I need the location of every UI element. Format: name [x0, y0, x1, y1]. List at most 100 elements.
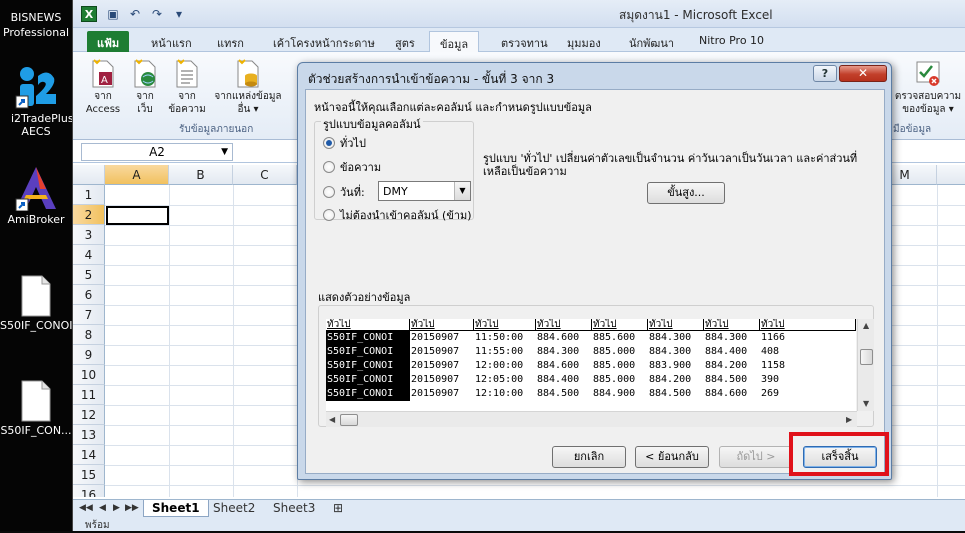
scroll-left-icon[interactable]: ◀ [329, 415, 335, 424]
svg-text:A: A [101, 75, 108, 86]
row-header[interactable]: 7 [73, 305, 105, 325]
scroll-up-icon[interactable]: ▲ [863, 321, 869, 330]
preview-column-header[interactable]: ทั่วไป [410, 319, 474, 331]
sheet-tab-sheet1[interactable]: Sheet1 [143, 500, 209, 517]
preview-column[interactable]: ทั่วไป 1166 408 1158 390 269 [760, 319, 856, 401]
preview-cell: 884.500 [649, 388, 692, 399]
radio-general[interactable]: ทั่วไป [323, 134, 366, 152]
tab-insert[interactable]: แทรก [207, 31, 254, 52]
column-header-n[interactable] [937, 165, 965, 185]
preview-column-header[interactable]: ทั่วไป [592, 319, 648, 331]
preview-column[interactable]: ทั่วไป 11:50:00 11:55:00 12:00:00 12:05:… [474, 319, 536, 401]
tab-nitro[interactable]: Nitro Pro 10 [689, 31, 774, 52]
preview-column-header[interactable]: ทั่วไป [536, 319, 592, 331]
radio-button[interactable] [323, 186, 335, 198]
redo-icon[interactable]: ↷ [149, 6, 165, 22]
name-box[interactable]: A2 ▼ [81, 143, 233, 161]
last-sheet-icon[interactable]: ▶▶ [125, 503, 139, 513]
row-header[interactable]: 11 [73, 385, 105, 405]
insert-sheet-icon[interactable]: ⊞ [325, 500, 351, 517]
column-header-b[interactable]: B [169, 165, 233, 185]
row-header[interactable]: 9 [73, 345, 105, 365]
desktop-icon-file-2[interactable]: S50IF_CON... [0, 380, 72, 437]
desktop-icon-amibroker[interactable]: AmiBroker [0, 165, 72, 226]
column-header-c[interactable]: C [233, 165, 297, 185]
data-validation-button[interactable]: ตรวจสอบความ ของข้อมูล ▾ [893, 58, 963, 116]
row-header[interactable]: 13 [73, 425, 105, 445]
sheet-tab-sheet3[interactable]: Sheet3 [265, 500, 323, 517]
data-preview[interactable]: ทั่วไป S50IF_CONOI S50IF_CONOI S50IF_CON… [326, 319, 856, 411]
row-header[interactable]: 14 [73, 445, 105, 465]
chevron-down-icon[interactable]: ▼ [221, 144, 228, 160]
row-header[interactable]: 4 [73, 245, 105, 265]
from-web-button[interactable]: จาก เว็บ [125, 58, 165, 116]
tab-data[interactable]: ข้อมูล [429, 31, 480, 52]
preview-horizontal-scrollbar[interactable]: ◀ ▶ [326, 411, 857, 427]
tab-developer[interactable]: นักพัฒนา [619, 31, 684, 52]
preview-column-header[interactable]: ทั่วไป [704, 319, 760, 331]
from-access-button[interactable]: A จาก Access [83, 58, 123, 116]
row-header[interactable]: 8 [73, 325, 105, 345]
back-button[interactable]: < ย้อนกลับ [635, 446, 709, 468]
radio-text[interactable]: ข้อความ [323, 158, 381, 176]
first-sheet-icon[interactable]: ◀◀ [79, 503, 93, 513]
next-sheet-icon[interactable]: ▶ [113, 503, 120, 513]
preview-column[interactable]: ทั่วไป 20150907 20150907 20150907 201509… [410, 319, 474, 401]
preview-vertical-scrollbar[interactable]: ▲ ▼ [857, 319, 874, 411]
customize-qat-icon[interactable]: ▾ [171, 6, 187, 22]
undo-icon[interactable]: ↶ [127, 6, 143, 22]
desktop-icon-bisnews[interactable]: BISNEWS Professional [0, 2, 72, 40]
prev-sheet-icon[interactable]: ◀ [99, 503, 106, 513]
preview-column-header[interactable]: ทั่วไป [760, 319, 856, 331]
preview-column[interactable]: ทั่วไป 884.600 884.300 884.600 884.400 8… [536, 319, 592, 401]
from-other-sources-button[interactable]: จากแหล่งข้อมูล อื่น ▾ [211, 58, 285, 116]
radio-skip-column[interactable]: ไม่ต้องนำเข้าคอลัมน์ (ข้าม) [323, 206, 472, 224]
desktop-icon-file-1[interactable]: S50IF_CONOI [0, 275, 73, 332]
select-all-corner[interactable] [73, 165, 105, 185]
row-header[interactable]: 1 [73, 185, 105, 205]
scroll-right-icon[interactable]: ▶ [846, 415, 852, 424]
date-format-select[interactable]: DMY ▼ [378, 181, 471, 201]
column-header-a[interactable]: A [105, 165, 169, 185]
save-icon[interactable]: ▣ [105, 6, 121, 22]
scroll-down-icon[interactable]: ▼ [863, 399, 869, 408]
row-header[interactable]: 2 [73, 205, 105, 225]
advanced-button[interactable]: ขั้นสูง... [647, 182, 725, 204]
tab-review[interactable]: ตรวจทาน [491, 31, 558, 52]
row-header[interactable]: 10 [73, 365, 105, 385]
row-header[interactable]: 12 [73, 405, 105, 425]
row-header[interactable]: 16 [73, 485, 105, 497]
tab-view[interactable]: มุมมอง [557, 31, 611, 52]
radio-button[interactable] [323, 161, 335, 173]
radio-date[interactable]: วันที่: [323, 183, 365, 201]
tab-home[interactable]: หน้าแรก [141, 31, 202, 52]
excel-logo-icon[interactable]: X [81, 6, 97, 22]
scroll-thumb[interactable] [860, 349, 873, 365]
desktop-icon-i2tradeplus[interactable]: i2TradePlus AECS [0, 62, 74, 138]
active-cell-a2[interactable] [106, 206, 169, 225]
next-button[interactable]: ถัดไป > [719, 446, 793, 468]
row-header[interactable]: 15 [73, 465, 105, 485]
preview-column[interactable]: ทั่วไป 885.600 885.000 885.000 885.000 8… [592, 319, 648, 401]
row-header[interactable]: 3 [73, 225, 105, 245]
radio-button[interactable] [323, 209, 335, 221]
row-header[interactable]: 6 [73, 285, 105, 305]
help-button[interactable]: ? [813, 65, 837, 82]
cancel-button[interactable]: ยกเลิก [552, 446, 626, 468]
preview-column[interactable]: ทั่วไป S50IF_CONOI S50IF_CONOI S50IF_CON… [326, 319, 410, 401]
close-button[interactable]: ✕ [839, 65, 887, 82]
row-header[interactable]: 5 [73, 265, 105, 285]
from-text-button[interactable]: จาก ข้อความ [167, 58, 207, 116]
preview-column[interactable]: ทั่วไป 884.300 884.400 884.200 884.500 8… [704, 319, 760, 401]
preview-column-header[interactable]: ทั่วไป [326, 319, 410, 331]
preview-column[interactable]: ทั่วไป 884.300 884.300 883.900 884.200 8… [648, 319, 704, 401]
preview-column-header[interactable]: ทั่วไป [474, 319, 536, 331]
radio-button-selected[interactable] [323, 137, 335, 149]
preview-column-header[interactable]: ทั่วไป [648, 319, 704, 331]
scroll-thumb[interactable] [340, 414, 358, 426]
tab-file[interactable]: แฟ้ม [87, 31, 130, 52]
chevron-down-icon[interactable]: ▼ [454, 182, 470, 200]
tab-formulas[interactable]: สูตร [385, 31, 425, 52]
sheet-tab-sheet2[interactable]: Sheet2 [205, 500, 263, 517]
tab-page-layout[interactable]: เค้าโครงหน้ากระดาษ [263, 31, 385, 52]
